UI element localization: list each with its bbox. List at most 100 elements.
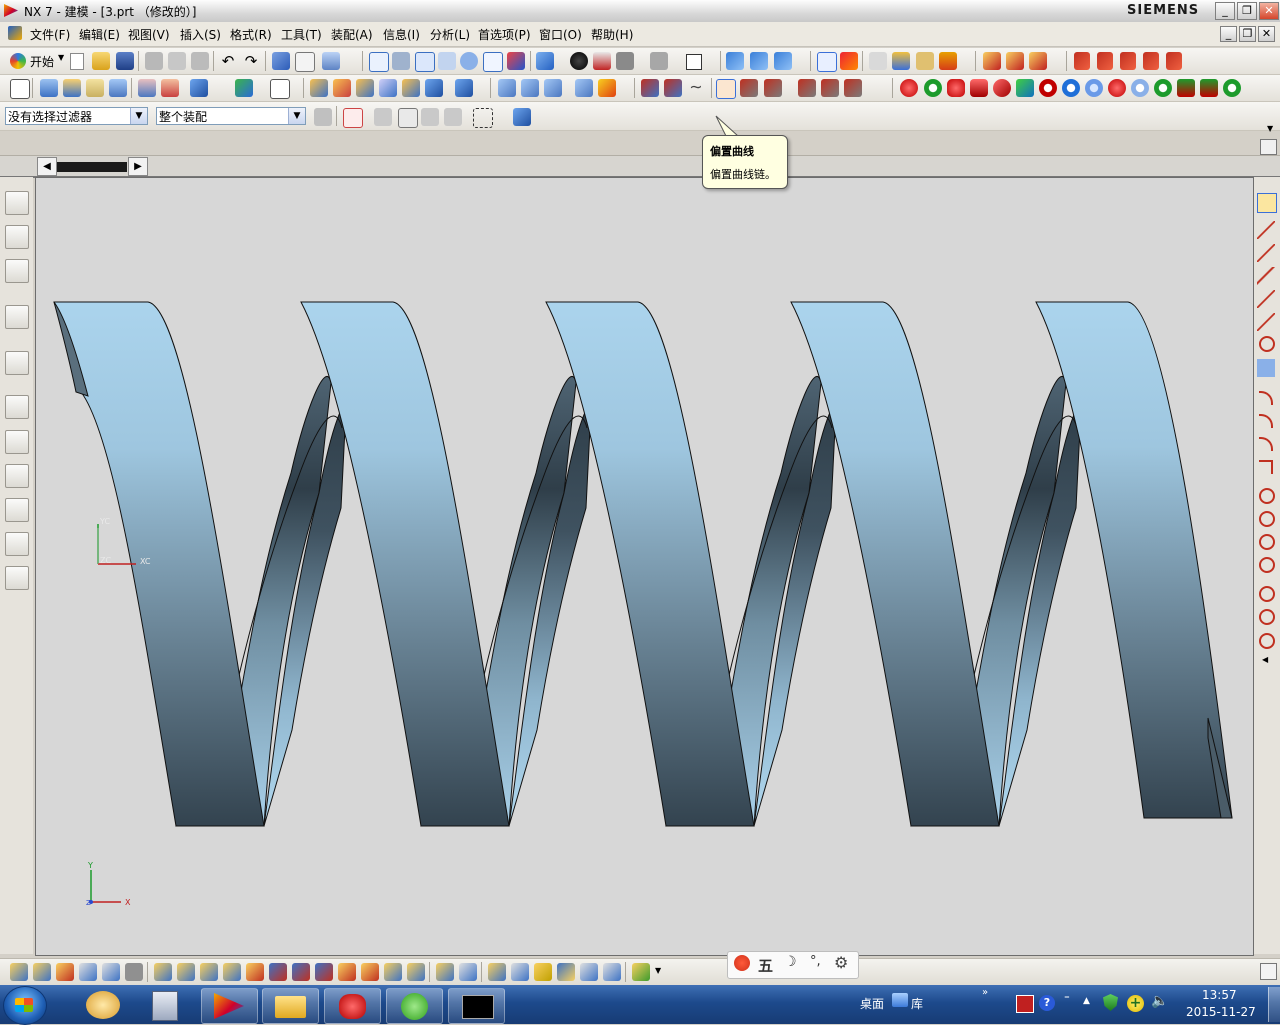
arc-tangent-icon[interactable] (1259, 437, 1273, 451)
repeat-command-icon[interactable] (272, 52, 290, 70)
make-perpendicular-icon[interactable] (384, 963, 402, 981)
nut-icon[interactable] (1223, 79, 1241, 97)
start-dropdown-icon[interactable]: ▼ (58, 53, 64, 62)
minimize-button[interactable]: _ (1215, 2, 1235, 20)
parallel-line-icon[interactable] (1257, 267, 1275, 285)
scale-body-icon[interactable] (575, 79, 593, 97)
unite-icon[interactable] (235, 79, 253, 97)
assembly-navigator-icon[interactable] (5, 191, 29, 215)
thicken-icon[interactable] (521, 79, 539, 97)
input-method-icon[interactable]: ⁼ (1064, 992, 1070, 1005)
tab-scroll-left-icon[interactable]: ◀ (37, 157, 57, 176)
draft-icon[interactable] (379, 79, 397, 97)
wheel-icon[interactable] (1154, 79, 1172, 97)
manufacturing-wizard-icon[interactable] (5, 498, 29, 522)
move-face-icon[interactable] (10, 963, 28, 981)
chamfer-icon[interactable] (333, 79, 351, 97)
extrude-icon[interactable] (40, 79, 58, 97)
tab-scroll-right-icon[interactable]: ▶ (128, 157, 148, 176)
block-icon[interactable] (190, 79, 208, 97)
circle-center-icon[interactable] (1259, 511, 1275, 527)
make-coaxial-icon[interactable] (292, 963, 310, 981)
wcs-icon[interactable] (817, 52, 837, 72)
restore-button[interactable]: ❐ (1237, 2, 1257, 20)
valve-icon[interactable] (1200, 79, 1218, 97)
offset-curve-icon[interactable] (716, 79, 736, 99)
curve-edit-icon[interactable] (1166, 52, 1182, 70)
spline-icon[interactable]: ∼ (687, 79, 705, 97)
gear-icon[interactable] (947, 79, 965, 97)
menu-analysis[interactable]: 分析(L) (430, 26, 470, 43)
line-icon[interactable] (664, 79, 682, 97)
copy-layer-icon[interactable] (774, 52, 792, 70)
shaded-edges-icon[interactable] (593, 52, 611, 70)
wcs-origin-icon[interactable] (840, 52, 858, 70)
circle-point-icon[interactable] (1259, 586, 1275, 602)
selection-icon[interactable] (295, 52, 315, 72)
web-browser-icon[interactable] (5, 305, 29, 329)
doc-minimize-icon[interactable]: _ (1220, 26, 1237, 42)
graphics-window[interactable]: YC XC ZC Y X Z (35, 177, 1254, 956)
boss-icon[interactable] (161, 79, 179, 97)
toolbar-collapse-icon[interactable]: ◀ (1262, 655, 1268, 664)
group-face-icon[interactable] (511, 963, 529, 981)
perspective-icon[interactable] (507, 52, 525, 70)
punctuation-icon[interactable]: °, (810, 954, 821, 969)
circle-three-point-icon[interactable] (1259, 633, 1275, 649)
taskbar-browser-button[interactable] (386, 988, 443, 1024)
doc-close-icon[interactable]: ✕ (1258, 26, 1275, 42)
linear-dimension-icon[interactable] (436, 963, 454, 981)
circle-icon[interactable] (1259, 488, 1275, 504)
shell-icon[interactable] (356, 79, 374, 97)
make-coplanar-icon[interactable] (269, 963, 287, 981)
analysis-icon[interactable] (869, 52, 887, 70)
label-chamfer-icon[interactable] (632, 963, 650, 981)
render-style-icon[interactable] (570, 52, 588, 70)
volume-icon[interactable]: 🔈 (1151, 993, 1168, 1009)
sweep-icon[interactable] (86, 79, 104, 97)
blob-icon[interactable] (1108, 79, 1126, 97)
move-layer-icon[interactable] (750, 52, 768, 70)
mesh-icon[interactable] (1016, 79, 1034, 97)
ring-icon[interactable] (1039, 79, 1057, 97)
make-symmetric-icon[interactable] (338, 963, 356, 981)
extract-curve-icon[interactable] (844, 79, 862, 97)
measure-body-icon[interactable] (939, 52, 957, 70)
cross-section-icon[interactable] (603, 963, 621, 981)
part-navigator-icon[interactable] (5, 225, 29, 249)
project-curve-icon[interactable] (764, 79, 782, 97)
make-offset-icon[interactable] (407, 963, 425, 981)
color-box-icon[interactable] (686, 54, 702, 70)
offset-face-icon[interactable] (498, 79, 516, 97)
menu-window[interactable]: 窗口(O) (539, 26, 582, 43)
taskbar-explorer-button[interactable] (262, 988, 319, 1024)
redo-icon[interactable]: ↷ (242, 52, 260, 70)
taskbar-app-button[interactable] (324, 988, 381, 1024)
toolbar-overflow-icon[interactable]: ▼ (1267, 124, 1273, 133)
emboss-icon[interactable] (598, 79, 616, 97)
spring-model[interactable]: YC XC ZC Y X Z (36, 178, 1253, 955)
pattern-face-icon[interactable] (246, 963, 264, 981)
section-curve-icon[interactable] (821, 79, 839, 97)
save-icon[interactable] (116, 52, 134, 70)
undo-icon[interactable]: ↶ (219, 52, 237, 70)
menu-assembly[interactable]: 装配(A) (331, 26, 373, 43)
assembly-scope-select[interactable]: 整个装配 ▼ (156, 107, 306, 125)
component-icon[interactable] (1006, 52, 1024, 70)
menu-file[interactable]: 文件(F) (30, 26, 70, 43)
edge-blend-icon[interactable] (310, 79, 328, 97)
select-edge-icon[interactable] (421, 108, 439, 126)
help-icon[interactable]: ? (1039, 995, 1055, 1011)
point-line-icon[interactable] (1257, 313, 1275, 331)
curve-extend-icon[interactable] (1120, 52, 1136, 70)
toolbar-overflow-icon[interactable]: ▼ (655, 966, 661, 975)
circle-diameter-icon[interactable] (1259, 609, 1275, 625)
general-select-icon[interactable] (314, 108, 332, 126)
line-icon[interactable] (1257, 221, 1275, 239)
angular-dimension-icon[interactable] (459, 963, 477, 981)
assembly-icon[interactable] (983, 52, 1001, 70)
layer-icon[interactable] (726, 52, 744, 70)
shield-icon[interactable] (1103, 994, 1118, 1011)
curve-trim-icon[interactable] (1074, 52, 1090, 70)
paste-face-icon[interactable] (200, 963, 218, 981)
